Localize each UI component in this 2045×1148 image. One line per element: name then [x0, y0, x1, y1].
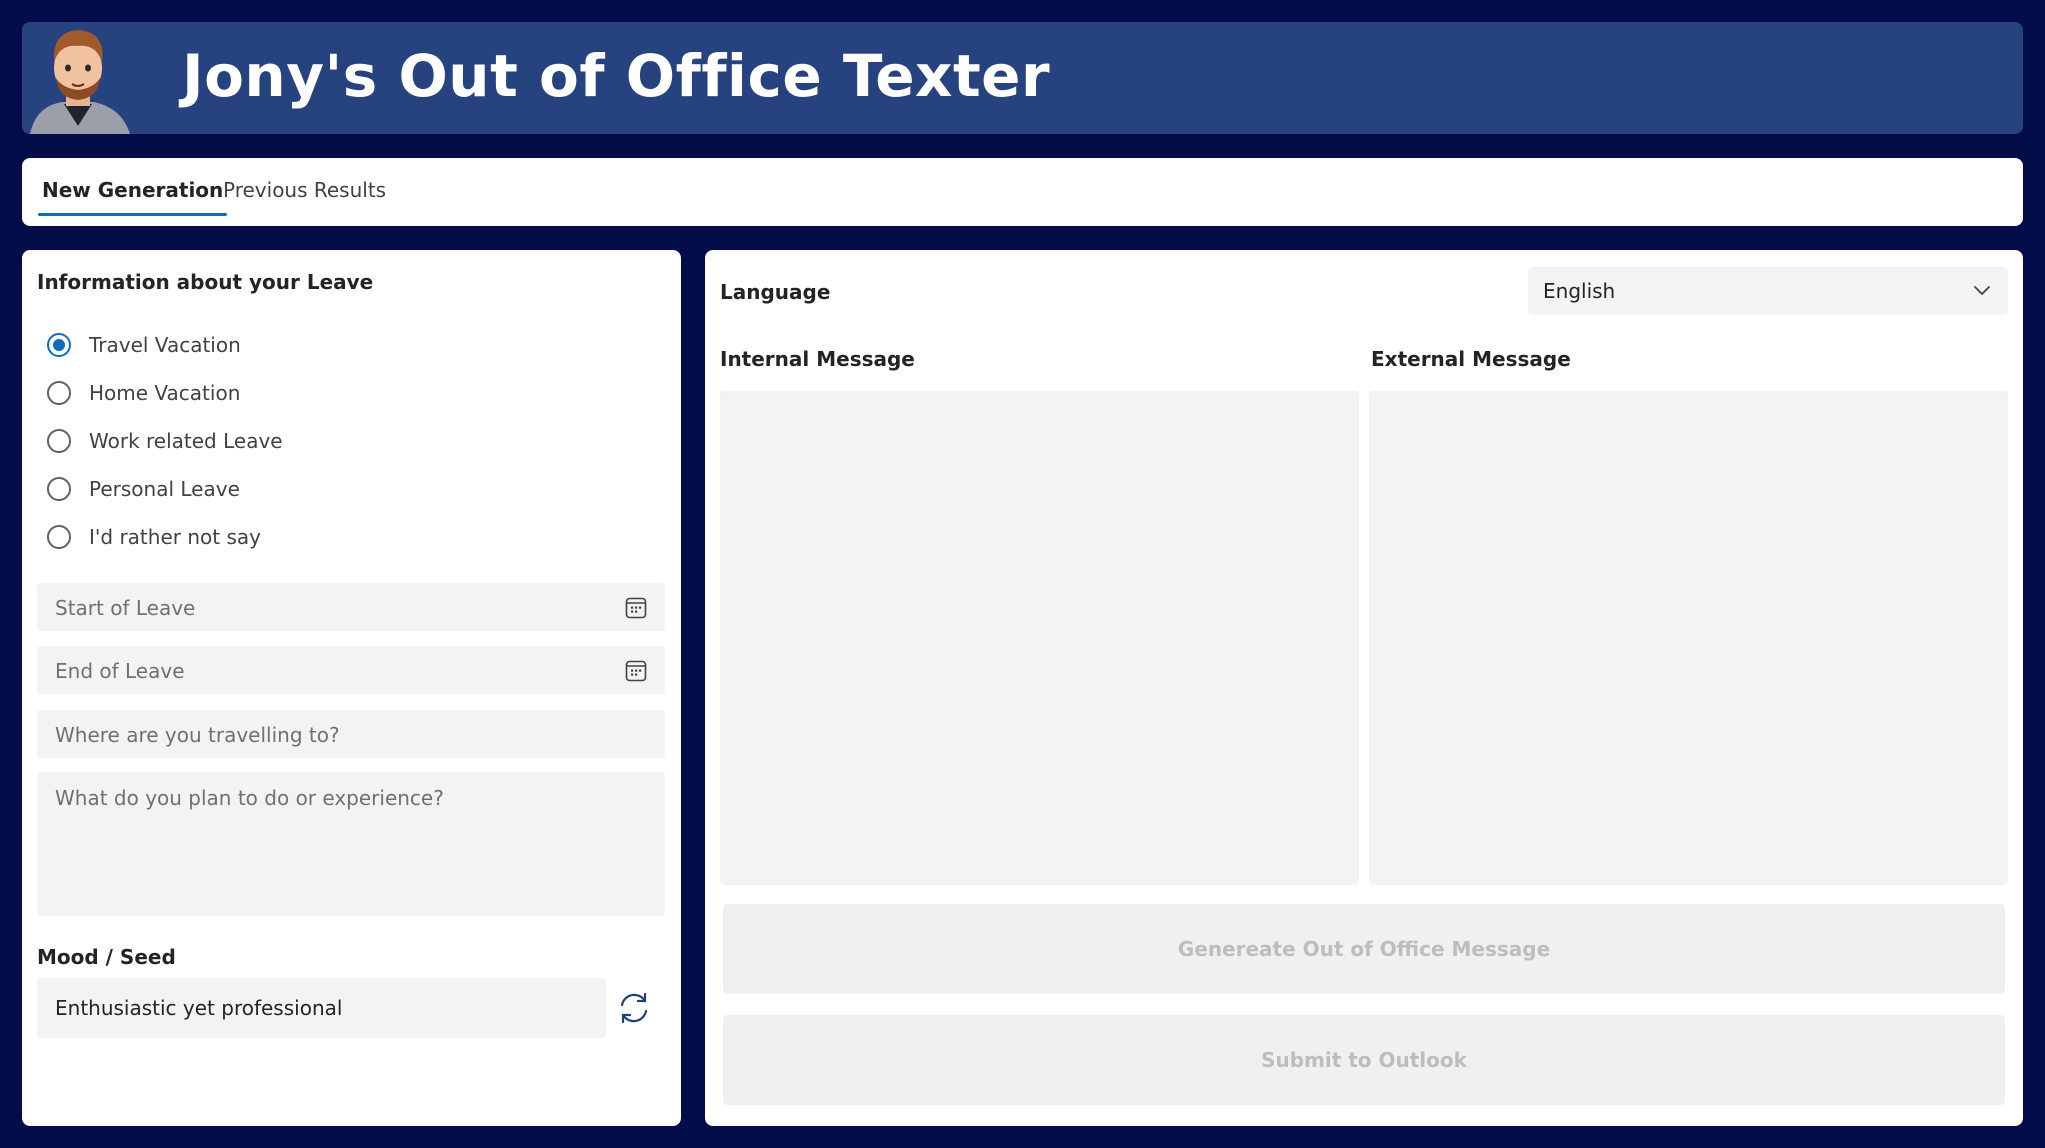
external-message-label: External Message	[1371, 347, 1571, 371]
app-title: Jony's Out of Office Texter	[182, 42, 1051, 110]
tab-previous-results[interactable]: Previous Results	[219, 178, 390, 216]
generate-button[interactable]: Genereate Out of Office Message	[723, 904, 2005, 994]
tab-new-generation[interactable]: New Generation	[38, 178, 228, 216]
app-header: Jony's Out of Office Texter	[22, 22, 2023, 134]
radio-personal-leave[interactable]: Personal Leave	[47, 473, 240, 505]
calendar-icon[interactable]	[625, 597, 647, 619]
internal-message-textarea[interactable]	[720, 391, 1359, 885]
radio-label: I'd rather not say	[89, 525, 261, 549]
radio-label: Personal Leave	[89, 477, 240, 501]
radio-indicator[interactable]	[47, 477, 71, 501]
radio-travel-vacation[interactable]: Travel Vacation	[47, 329, 241, 361]
refresh-icon[interactable]	[616, 990, 652, 1026]
calendar-icon[interactable]	[625, 660, 647, 682]
language-label: Language	[720, 280, 831, 304]
radio-indicator[interactable]	[47, 333, 71, 357]
end-date-field[interactable]: End of Leave	[37, 646, 665, 694]
radio-label: Travel Vacation	[89, 333, 241, 357]
radio-work-related-leave[interactable]: Work related Leave	[47, 425, 283, 457]
radio-indicator[interactable]	[47, 381, 71, 405]
leave-form-panel: Information about your Leave Travel Vaca…	[22, 250, 681, 1126]
language-select[interactable]: English	[1528, 267, 2008, 315]
external-message-textarea[interactable]	[1369, 391, 2008, 885]
end-date-placeholder: End of Leave	[55, 659, 185, 683]
internal-message-label: Internal Message	[720, 347, 915, 371]
submit-to-outlook-button[interactable]: Submit to Outlook	[723, 1015, 2005, 1105]
mood-label: Mood / Seed	[37, 945, 176, 969]
language-value: English	[1543, 279, 1616, 303]
mood-input[interactable]: Enthusiastic yet professional	[37, 978, 606, 1038]
tab-bar: New Generation Previous Results	[22, 158, 2023, 226]
output-panel: Language English Internal Message Extern…	[705, 250, 2023, 1126]
avatar	[22, 22, 134, 134]
chevron-down-icon	[1974, 286, 1990, 295]
destination-placeholder: Where are you travelling to?	[55, 723, 340, 747]
radio-label: Home Vacation	[89, 381, 241, 405]
mood-value: Enthusiastic yet professional	[55, 996, 343, 1020]
leave-form-title: Information about your Leave	[37, 270, 374, 294]
plans-placeholder: What do you plan to do or experience?	[55, 786, 444, 810]
radio-home-vacation[interactable]: Home Vacation	[47, 377, 240, 409]
destination-input[interactable]: Where are you travelling to?	[37, 710, 665, 758]
radio-rather-not-say[interactable]: I'd rather not say	[47, 521, 261, 553]
start-date-placeholder: Start of Leave	[55, 596, 196, 620]
radio-label: Work related Leave	[89, 429, 283, 453]
start-date-field[interactable]: Start of Leave	[37, 583, 665, 631]
radio-indicator[interactable]	[47, 525, 71, 549]
plans-textarea[interactable]: What do you plan to do or experience?	[37, 772, 665, 916]
radio-indicator[interactable]	[47, 429, 71, 453]
